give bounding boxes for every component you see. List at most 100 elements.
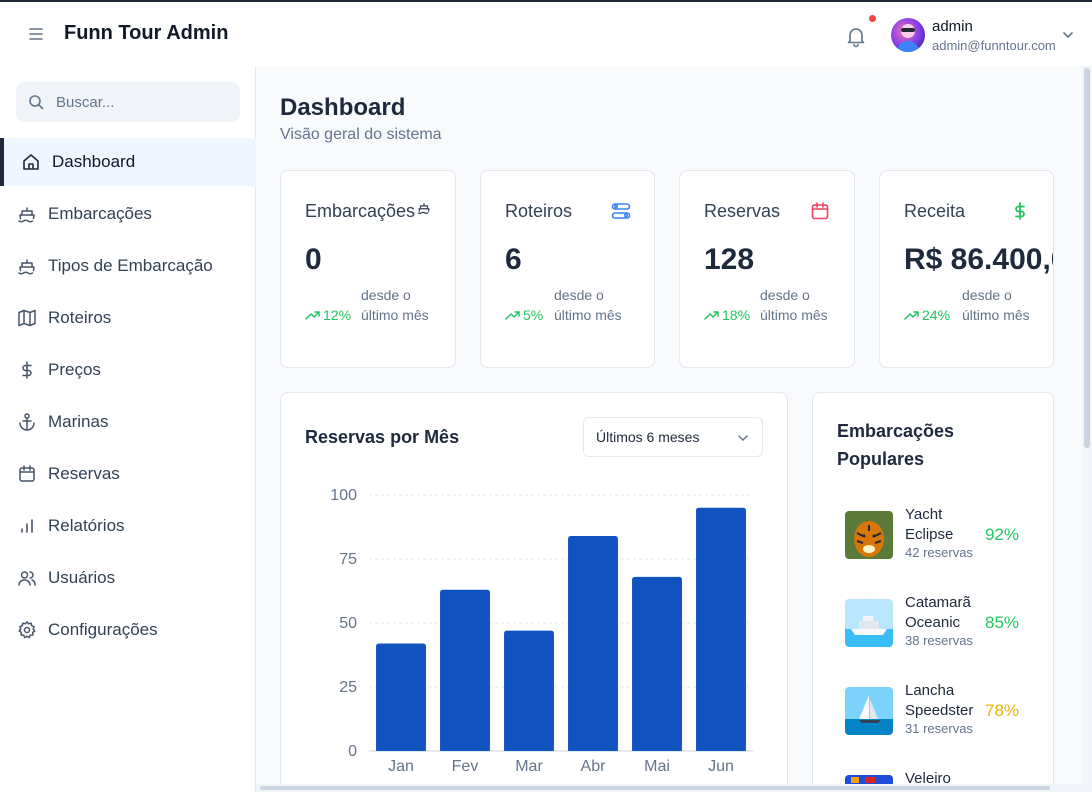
user-name[interactable]: admin	[932, 18, 973, 35]
page-title: Dashboard	[280, 94, 406, 121]
stat-label: Reservas	[704, 201, 781, 221]
route-icon	[611, 201, 631, 221]
stat-card-embarcacoes: Embarcações 0 12% desde o último mês	[280, 170, 456, 368]
dollar-icon	[17, 360, 37, 380]
stat-card-reservas: Reservas 128 18% desde o último mês	[679, 170, 855, 368]
main-content: Dashboard Visão geral do sistema Embarca…	[256, 66, 1082, 792]
sidebar-item-label: Reservas	[48, 464, 120, 483]
boat-reservations: 31 reservas	[905, 721, 973, 736]
chart-bar[interactable]	[568, 535, 618, 751]
trend-percent: 24%	[922, 307, 951, 323]
chart-bar[interactable]	[376, 643, 426, 751]
sidebar-item-label: Configurações	[48, 620, 158, 639]
sidebar-item-embarcacoes[interactable]: Embarcações	[0, 190, 256, 238]
y-tick-label: 75	[339, 551, 357, 568]
sidebar-item-label: Usuários	[48, 568, 116, 587]
search-icon	[28, 94, 44, 110]
sidebar-item-usuarios[interactable]: Usuários	[0, 554, 256, 602]
bar-chart-icon	[17, 516, 37, 536]
boat-name: Catamarã Oceanic	[905, 594, 971, 631]
trending-up-icon	[704, 307, 720, 323]
calendar-icon	[17, 464, 37, 484]
boat-percent: 92%	[985, 525, 1020, 544]
app-title: Funn Tour Admin	[64, 22, 229, 44]
ship-icon	[17, 256, 37, 276]
sidebar-item-relatorios[interactable]: Relatórios	[0, 502, 256, 550]
home-icon	[21, 152, 41, 172]
user-email: admin@funntour.com	[932, 38, 1056, 53]
chart-bar[interactable]	[504, 630, 554, 751]
y-tick-label: 0	[348, 743, 357, 760]
chevron-down-icon[interactable]	[1061, 28, 1075, 42]
sailboat-image	[845, 687, 893, 735]
sidebar-item-label: Relatórios	[48, 516, 125, 535]
sidebar-item-reservas[interactable]: Reservas	[0, 450, 256, 498]
tiger-image	[845, 511, 893, 559]
users-icon	[17, 568, 37, 588]
trend-percent: 5%	[523, 307, 544, 323]
y-tick-label: 25	[339, 679, 357, 696]
avatar[interactable]	[891, 18, 925, 52]
trend-percent: 18%	[722, 307, 751, 323]
sidebar-item-dashboard[interactable]: Dashboard	[0, 138, 256, 186]
boat-name: Lancha Speedster	[905, 682, 974, 719]
boat-percent: 78%	[985, 701, 1020, 720]
search-input[interactable]	[56, 82, 236, 122]
boat-percent: 85%	[985, 613, 1020, 632]
sidebar-item-marinas[interactable]: Marinas	[0, 398, 256, 446]
sidebar-item-tipos-embarcacao[interactable]: Tipos de Embarcação	[0, 242, 256, 290]
reservations-chart-card: Reservas por Mês Últimos 6 meses 0 25 50 75…	[280, 392, 788, 792]
trending-up-icon	[305, 307, 321, 323]
x-tick-label: Abr	[581, 758, 607, 775]
stat-value: 128	[704, 243, 755, 276]
stat-value: 0	[305, 243, 322, 276]
top-bar: Funn Tour Admin admin admin@funntour.com	[0, 0, 1092, 66]
chevron-down-icon	[736, 431, 750, 445]
chart-bar[interactable]	[440, 589, 490, 751]
x-tick-label: Mar	[515, 758, 543, 775]
popular-title: Embarcações Populares	[837, 421, 955, 469]
sidebar-item-label: Preços	[48, 360, 101, 379]
sidebar-item-label: Tipos de Embarcação	[48, 256, 213, 275]
chart-title: Reservas por Mês	[305, 427, 460, 447]
boat-reservations: 38 reservas	[905, 633, 973, 648]
x-tick-label: Jun	[708, 758, 734, 775]
list-item[interactable]: Yacht Eclipse 42 reservas 92%	[837, 505, 1047, 565]
bell-icon[interactable]	[844, 24, 868, 48]
sidebar-item-precos[interactable]: Preços	[0, 346, 256, 394]
stat-label: Roteiros	[505, 201, 573, 221]
period-select[interactable]: Últimos 6 meses	[583, 417, 763, 457]
ship-icon	[417, 201, 437, 221]
menu-icon[interactable]	[26, 24, 46, 44]
horizontal-scrollbar[interactable]	[256, 784, 1082, 792]
scrollbar-thumb[interactable]	[1084, 68, 1090, 448]
x-tick-label: Jan	[388, 758, 414, 775]
vertical-scrollbar[interactable]	[1082, 66, 1092, 792]
ship-icon	[17, 204, 37, 224]
trend-text: desde o último mês	[962, 287, 1030, 323]
popular-boats-card: Embarcações Populares Yacht Eclipse 42 r…	[812, 392, 1054, 792]
stat-value: R$ 86.400,00	[904, 243, 1053, 276]
trending-up-icon	[505, 307, 521, 323]
map-icon	[17, 308, 37, 328]
sidebar-item-label: Embarcações	[48, 204, 152, 223]
bar-chart: 0 25 50 75 100 Jan Fev Mar Abr Mai Jun	[330, 487, 753, 775]
boat-reservations: 42 reservas	[905, 545, 973, 560]
sidebar-item-configuracoes[interactable]: Configurações	[0, 606, 256, 654]
boat-name: Yacht Eclipse	[905, 506, 954, 543]
list-item[interactable]: Catamarã Oceanic 38 reservas 85%	[837, 593, 1047, 653]
chart-bar[interactable]	[696, 507, 746, 751]
sidebar-item-roteiros[interactable]: Roteiros	[0, 294, 256, 342]
search-box[interactable]	[16, 82, 240, 122]
period-select-value: Últimos 6 meses	[596, 429, 700, 445]
trend-text: desde o último mês	[554, 287, 622, 323]
stat-label: Embarcações	[305, 201, 416, 221]
y-tick-label: 50	[339, 615, 357, 632]
dollar-icon	[1010, 201, 1030, 221]
list-item[interactable]: Lancha Speedster 31 reservas 78%	[837, 681, 1047, 741]
stat-label: Receita	[904, 201, 966, 221]
chart-bar[interactable]	[632, 576, 682, 751]
stat-card-roteiros: Roteiros 6 5% desde o último mês	[480, 170, 655, 368]
scrollbar-thumb[interactable]	[260, 786, 1050, 790]
x-tick-label: Fev	[452, 758, 479, 775]
